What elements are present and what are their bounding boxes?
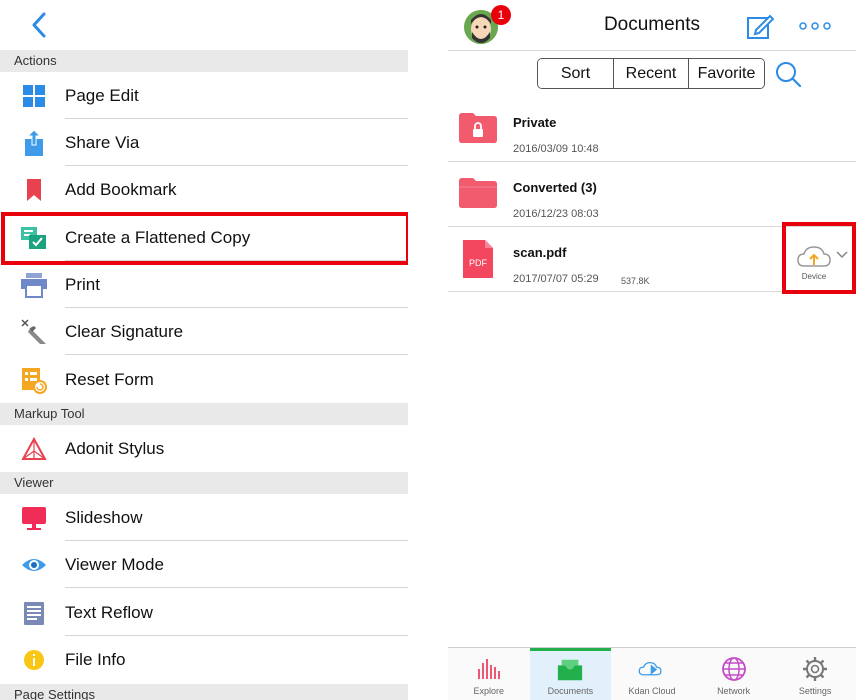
tab-documents[interactable]: Documents	[529, 648, 612, 700]
eye-icon	[20, 551, 48, 579]
tab-label: Network	[717, 686, 751, 696]
divider	[448, 226, 856, 227]
text-reflow-icon	[20, 599, 48, 627]
chevron-down-icon[interactable]	[836, 250, 848, 260]
file-name: Private	[513, 115, 557, 130]
pdf-label: PDF	[469, 258, 488, 268]
menu-item-label: Reset Form	[65, 369, 154, 389]
menu-item-label: File Info	[65, 649, 126, 669]
menu-item-label: Viewer Mode	[65, 554, 164, 574]
more-button[interactable]	[798, 18, 832, 34]
pen-x-icon	[20, 318, 48, 346]
menu-item-file-info[interactable]: File Info	[0, 636, 408, 683]
tab-kdan-cloud[interactable]: Kdan Cloud	[611, 648, 693, 700]
menu-item-label: Clear Signature	[65, 321, 184, 341]
tab-label: Kdan Cloud	[628, 686, 676, 696]
tab-label: Settings	[798, 686, 832, 696]
panel-gap	[408, 0, 448, 700]
chevron-left-icon	[32, 12, 46, 38]
flatten-copy-icon	[20, 224, 48, 252]
menu-item-add-bookmark[interactable]: Add Bookmark	[0, 166, 408, 213]
adonit-icon	[20, 435, 48, 463]
file-size: 537.8K	[621, 276, 650, 286]
folder-icon	[459, 178, 497, 208]
menu-item-label: Adonit Stylus	[65, 438, 165, 458]
menu-item-reset-form[interactable]: Reset Form	[0, 356, 408, 403]
menu-item-share-via[interactable]: Share Via	[0, 119, 408, 166]
menu-item-clear-signature[interactable]: Clear Signature	[0, 308, 408, 355]
page-title: Documents	[603, 14, 701, 35]
segment-favorite[interactable]: Favorite	[689, 59, 764, 88]
file-date: 2016/03/09 10:48	[513, 143, 599, 155]
menu-item-label: Share Via	[65, 132, 140, 152]
documents-tray-icon	[556, 657, 584, 683]
menu-item-label: Text Reflow	[65, 602, 153, 622]
divider	[448, 291, 856, 292]
kdan-cloud-icon	[638, 656, 666, 682]
gear-icon	[801, 656, 829, 682]
menu-item-adonit-stylus[interactable]: Adonit Stylus	[0, 425, 408, 472]
section-header-markup-tool: Markup Tool	[0, 403, 408, 425]
device-upload-button[interactable]: Device	[796, 244, 832, 284]
menu-item-label: Page Edit	[65, 85, 139, 105]
bookmark-icon	[20, 176, 48, 204]
actions-panel: Actions Page Edit Share Via Add Bookmark…	[0, 0, 408, 700]
file-row-converted[interactable]: Converted (3) 2016/12/23 08:03	[448, 163, 856, 227]
section-header-actions: Actions	[0, 50, 408, 72]
menu-item-print[interactable]: Print	[0, 261, 408, 308]
segment-recent[interactable]: Recent	[614, 59, 689, 88]
menu-item-label: Add Bookmark	[65, 179, 177, 199]
menu-item-slideshow[interactable]: Slideshow	[0, 494, 408, 541]
divider	[65, 587, 408, 588]
menu-item-label: Print	[65, 274, 100, 294]
share-icon	[20, 128, 48, 157]
edit-icon	[747, 14, 775, 39]
more-dots-icon	[799, 22, 831, 30]
menu-item-create-flattened-copy[interactable]: Create a Flattened Copy	[0, 214, 408, 261]
menu-item-viewer-mode[interactable]: Viewer Mode	[0, 541, 408, 588]
info-icon	[20, 646, 48, 674]
divider	[65, 354, 408, 355]
tab-label: Explore	[473, 686, 505, 696]
slideshow-icon	[20, 504, 48, 532]
menu-item-page-edit[interactable]: Page Edit	[0, 72, 408, 119]
tab-settings[interactable]: Settings	[774, 648, 856, 700]
section-header-page-settings: Page Settings	[0, 684, 408, 700]
file-row-scan-pdf[interactable]: PDF scan.pdf 2017/07/07 05:29 537.8K	[448, 228, 856, 292]
tab-label: Documents	[547, 686, 594, 696]
section-header-viewer: Viewer	[0, 472, 408, 494]
file-date: 2016/12/23 08:03	[513, 208, 599, 220]
explore-icon	[475, 656, 503, 682]
compose-button[interactable]	[746, 12, 775, 40]
printer-icon	[20, 271, 48, 299]
menu-item-label: Slideshow	[65, 507, 143, 527]
file-name: scan.pdf	[513, 245, 567, 260]
file-row-private[interactable]: Private 2016/03/09 10:48	[448, 98, 856, 162]
locked-folder-icon	[459, 113, 497, 143]
device-label: Device	[801, 272, 827, 281]
form-reset-icon	[20, 366, 48, 394]
tab-bar: Explore Documents Kdan Cloud Network Set…	[448, 647, 856, 700]
search-button[interactable]	[774, 60, 802, 88]
file-date: 2017/07/07 05:29	[513, 273, 599, 285]
file-name: Converted (3)	[513, 180, 597, 195]
tab-explore[interactable]: Explore	[448, 648, 530, 700]
menu-item-text-reflow[interactable]: Text Reflow	[0, 589, 408, 636]
divider	[448, 161, 856, 162]
grid-icon	[20, 82, 48, 110]
back-button[interactable]	[24, 10, 54, 40]
search-icon	[776, 62, 802, 88]
divider	[448, 50, 856, 51]
segment-sort[interactable]: Sort	[538, 59, 614, 88]
cloud-upload-icon	[797, 246, 831, 267]
globe-icon	[720, 656, 748, 682]
documents-panel: 1 Documents Sort Recent Favorite Private…	[448, 0, 856, 700]
pdf-file-icon: PDF	[463, 240, 493, 278]
menu-item-label: Create a Flattened Copy	[65, 227, 251, 247]
tab-network[interactable]: Network	[693, 648, 775, 700]
sort-segmented-control: Sort Recent Favorite	[537, 58, 765, 89]
divider	[65, 212, 408, 213]
